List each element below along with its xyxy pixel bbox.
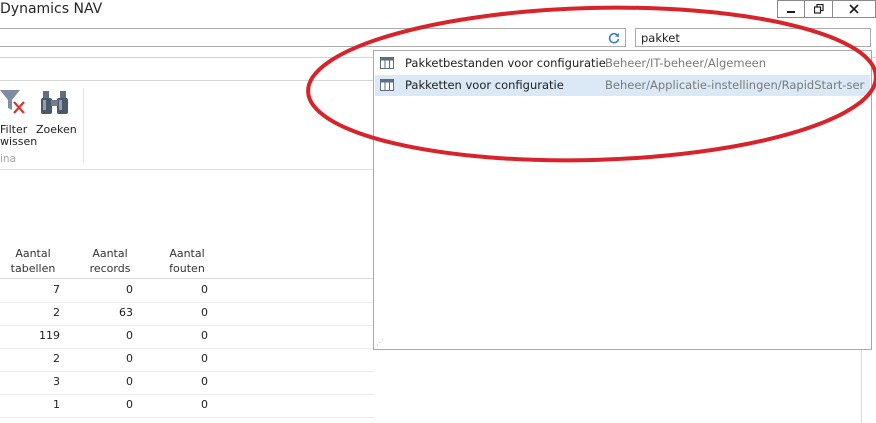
cell-fouten: 0 [201, 398, 208, 411]
minimize-icon [787, 10, 795, 13]
header-line-2: tabellen [10, 262, 56, 275]
cell-fouten: 0 [201, 375, 208, 388]
find-button[interactable]: Zoeken [34, 88, 78, 138]
close-button[interactable] [833, 0, 876, 18]
ribbon-group-separator [83, 88, 84, 162]
ribbon-bottom-border [0, 169, 374, 170]
resize-grip-icon[interactable]: ⋰ [376, 338, 384, 347]
search-input[interactable] [635, 28, 871, 47]
table-row[interactable]: 2 0 0 [0, 350, 374, 372]
app-title: Dynamics NAV [0, 1, 103, 17]
table-row[interactable]: 2 63 0 [0, 304, 374, 326]
header-line-1: Aantal [169, 247, 205, 260]
ribbon-group-label: ina [0, 153, 17, 165]
row-divider [0, 325, 374, 326]
clear-filter-icon [0, 90, 25, 114]
refresh-icon[interactable] [606, 30, 622, 46]
row-divider [0, 394, 374, 395]
suggestion-path: Beheer/Applicatie-instellingen/RapidStar… [605, 78, 865, 92]
cell-fouten: 0 [201, 329, 208, 342]
search-suggestions-dropdown: Pakketbestanden voor configuratie Beheer… [373, 50, 872, 350]
row-divider [0, 417, 374, 418]
header-line-1: Aantal [92, 247, 128, 260]
cell-fouten: 0 [201, 283, 208, 296]
restore-icon [813, 4, 824, 14]
header-divider [0, 278, 374, 279]
table-row[interactable]: 3 0 0 [0, 373, 374, 395]
table-page-icon [380, 57, 394, 69]
find-label: Zoeken [36, 123, 77, 136]
suggestion-name: Pakketbestanden voor configuratie [405, 56, 606, 70]
header-line-1: Aantal [15, 247, 51, 260]
header-line-2: records [89, 262, 131, 275]
clear-filter-button[interactable]: Filter wissen [0, 88, 37, 148]
title-bar [0, 0, 876, 26]
address-bar[interactable] [0, 28, 626, 47]
table-row[interactable]: 7 0 0 [0, 281, 374, 303]
header-line-2: fouten [169, 262, 205, 275]
suggestion-path: Beheer/IT-beheer/Algemeen [605, 56, 767, 70]
cell-fouten: 0 [201, 352, 208, 365]
table-row[interactable]: 119 0 0 [0, 327, 374, 349]
close-icon [849, 4, 859, 14]
header-aantal-tabellen[interactable]: Aantal tabellen [8, 246, 58, 276]
restore-button[interactable] [805, 0, 833, 18]
row-divider [0, 371, 374, 372]
row-divider [0, 348, 374, 349]
table-row[interactable]: 1 0 0 [0, 396, 374, 418]
suggestion-name: Pakketten voor configuratie [405, 78, 564, 92]
cell-fouten: 0 [201, 306, 208, 319]
suggestion-item-selected[interactable]: Pakketten voor configuratie Beheer/Appli… [375, 75, 870, 96]
suggestion-item[interactable]: Pakketbestanden voor configuratie Beheer… [375, 53, 870, 74]
header-aantal-records[interactable]: Aantal records [85, 246, 135, 276]
header-aantal-fouten[interactable]: Aantal fouten [162, 246, 212, 276]
table-page-icon [380, 79, 394, 91]
content-right-border [861, 350, 862, 423]
clear-filter-label-2: wissen [0, 135, 38, 148]
minimize-button[interactable] [777, 0, 805, 18]
binoculars-icon [41, 91, 68, 114]
row-divider [0, 302, 374, 303]
